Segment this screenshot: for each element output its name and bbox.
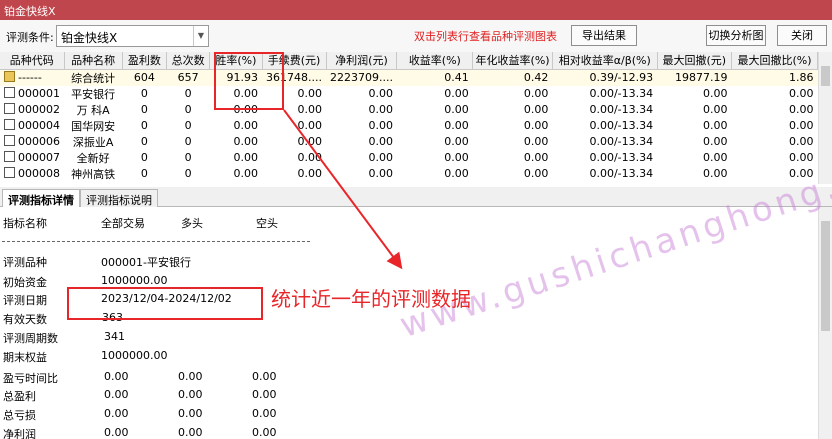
- annotation-text: 统计近一年的评测数据: [271, 287, 471, 311]
- annotation-arrow: [283, 109, 403, 270]
